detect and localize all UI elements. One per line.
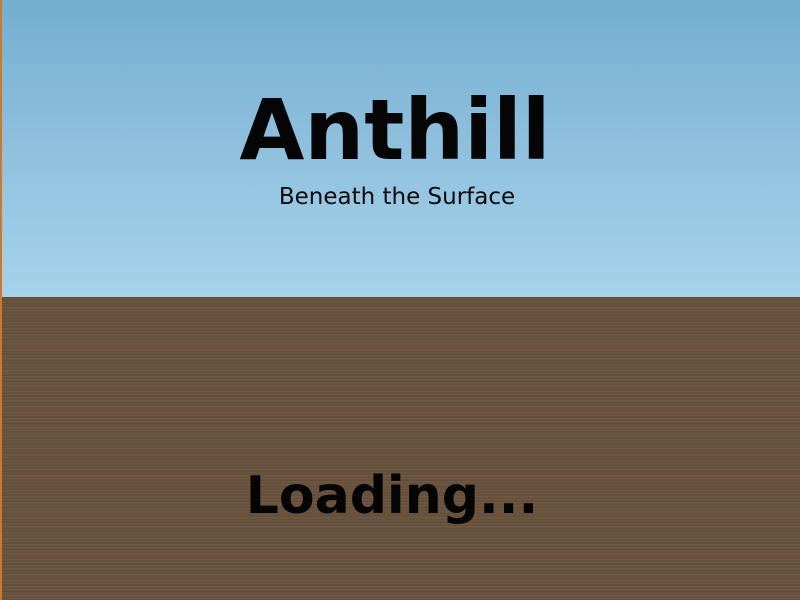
game-subtitle: Beneath the Surface	[278, 184, 516, 210]
game-title: Anthill	[239, 81, 551, 179]
loading-screen: Anthill Beneath the Surface Loading...	[0, 0, 800, 600]
left-edge-strip	[0, 0, 2, 600]
loading-text: Loading...	[245, 466, 539, 526]
ground-background	[0, 297, 800, 600]
